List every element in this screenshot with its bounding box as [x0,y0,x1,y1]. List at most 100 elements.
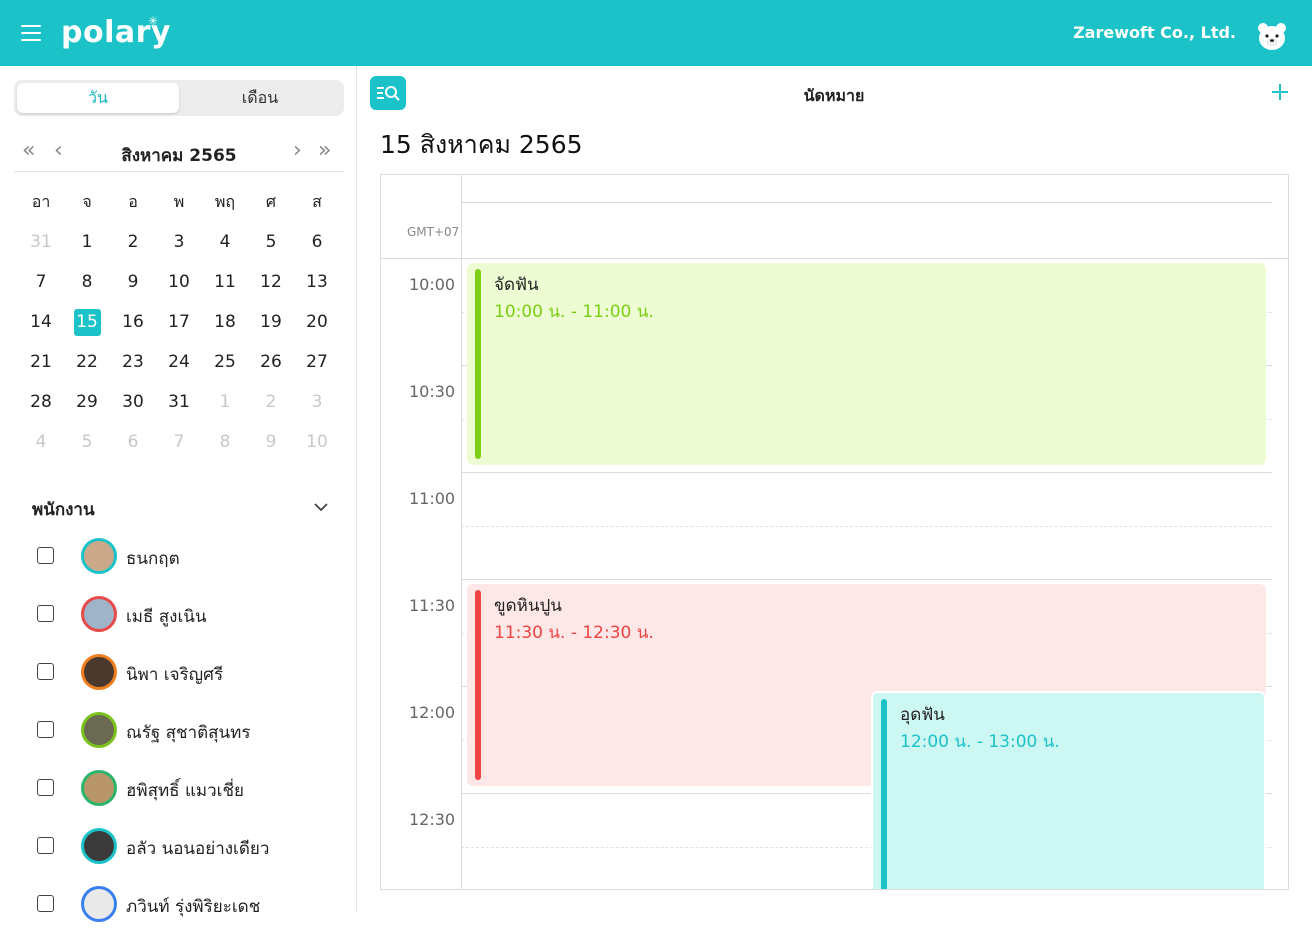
calendar-week: 31 1 2 3 4 5 6 [18,222,340,262]
prev-month-icon[interactable]: ‹ [54,140,63,162]
calendar-day-number: 2 [127,232,139,252]
calendar-day-number: 9 [265,432,277,452]
calendar-day[interactable]: 8 [202,422,248,462]
calendar-week: 7 8 9 10 11 12 13 [18,262,340,302]
staff-item: ภวินท์ รุ่งพิริยะเดช [0,874,357,932]
staff-checkbox[interactable] [37,605,54,622]
calendar-day[interactable]: 27 [294,342,340,382]
calendar-day[interactable]: 10 [156,262,202,302]
calendar-day[interactable]: 3 [156,222,202,262]
staff-checkbox[interactable] [37,663,54,680]
calendar-day[interactable]: 9 [248,422,294,462]
calendar-day[interactable]: 14 [18,302,64,342]
calendar-week: 4 5 6 7 8 9 10 [18,422,340,462]
calendar-day[interactable]: 7 [18,262,64,302]
calendar-day[interactable]: 26 [248,342,294,382]
calendar-day-number: 31 [30,232,52,252]
staff-checkbox[interactable] [37,895,54,912]
appointment-time: 12:00 น. - 13:00 น. [900,732,1060,752]
calendar-day[interactable]: 1 [202,382,248,422]
calendar-day[interactable]: 10 [294,422,340,462]
calendar-day[interactable]: 4 [18,422,64,462]
prev-year-icon[interactable]: « [22,140,35,162]
appointment-card[interactable]: อุดฟัน 12:00 น. - 13:00 น. [871,691,1266,889]
month-view-tab[interactable]: เดือน [179,83,341,113]
weekday-label: ศ [265,192,277,211]
time-label: 11:30 [409,596,456,615]
weekday-label: ส [312,192,322,211]
calendar-day[interactable]: 5 [64,422,110,462]
calendar-week: 21 22 23 24 25 26 27 [18,342,340,382]
calendar-day[interactable]: 7 [156,422,202,462]
calendar-nav: « ‹ สิงหาคม 2565 › » [14,138,344,172]
calendar-day[interactable]: 31 [18,222,64,262]
calendar-day-number: 4 [35,432,47,452]
staff-item: ณรัฐ สุชาติสุนทร [0,700,357,758]
calendar-day[interactable]: 13 [294,262,340,302]
calendar-day-selected[interactable]: 15 [64,302,110,342]
mini-calendar: อาจอพพฤศส 31 1 2 3 4 5 6 7 8 9 10 11 12 13 14 15 16 17 18 1… [18,182,340,462]
calendar-day-number: 24 [168,352,190,372]
search-list-icon [377,86,400,101]
calendar-day[interactable]: 8 [64,262,110,302]
calendar-day[interactable]: 19 [248,302,294,342]
calendar-day[interactable]: 5 [248,222,294,262]
staff-name: ฮพิสุทธิ์ แมวเชี่ย [126,781,244,801]
calendar-day[interactable]: 12 [248,262,294,302]
calendar-day[interactable]: 22 [64,342,110,382]
calendar-day[interactable]: 21 [18,342,64,382]
calendar-day[interactable]: 17 [156,302,202,342]
calendar-day-number: 16 [122,312,144,332]
day-schedule-grid: GMT+07 10:00 10:30 11:00 11:30 12:00 12:30 จัด… [380,174,1289,890]
calendar-day[interactable]: 29 [64,382,110,422]
calendar-week: 14 15 16 17 18 19 20 [18,302,340,342]
calendar-day[interactable]: 3 [294,382,340,422]
calendar-day[interactable]: 2 [110,222,156,262]
calendar-day[interactable]: 18 [202,302,248,342]
staff-checkbox[interactable] [37,721,54,738]
calendar-day[interactable]: 6 [294,222,340,262]
calendar-day-number: 1 [219,392,231,412]
calendar-day[interactable]: 6 [110,422,156,462]
calendar-day[interactable]: 24 [156,342,202,382]
calendar-day[interactable]: 2 [248,382,294,422]
calendar-day[interactable]: 23 [110,342,156,382]
calendar-day[interactable]: 16 [110,302,156,342]
calendar-day[interactable]: 25 [202,342,248,382]
search-button[interactable] [370,76,406,110]
profile-avatar-icon[interactable] [1256,21,1288,51]
avatar [81,886,117,922]
next-month-icon[interactable]: › [293,140,302,162]
calendar-day-number: 9 [127,272,139,292]
calendar-day[interactable]: 4 [202,222,248,262]
quarter-hour-line [461,525,1272,527]
menu-icon[interactable] [21,25,41,41]
calendar-day-number: 15 [73,309,101,336]
staff-name: ภวินท์ รุ่งพิริยะเดช [126,897,261,917]
calendar-day[interactable]: 11 [202,262,248,302]
calendar-day[interactable]: 1 [64,222,110,262]
calendar-day-number: 26 [260,352,282,372]
calendar-day-number: 10 [306,432,328,452]
staff-checkbox[interactable] [37,837,54,854]
avatar [81,770,117,806]
calendar-day[interactable]: 28 [18,382,64,422]
calendar-day[interactable]: 20 [294,302,340,342]
time-label: 10:30 [409,382,456,401]
staff-checkbox[interactable] [37,779,54,796]
day-view-tab[interactable]: วัน [17,83,179,113]
calendar-week: 28 29 30 31 1 2 3 [18,382,340,422]
top-bar: polary ✳ Zarewoft Co., Ltd. [0,0,1312,66]
calendar-day[interactable]: 9 [110,262,156,302]
calendar-day[interactable]: 31 [156,382,202,422]
add-appointment-icon[interactable] [1268,80,1292,104]
appointment-color-bar [475,590,481,780]
calendar-day[interactable]: 30 [110,382,156,422]
appointment-card[interactable]: จัดฟัน 10:00 น. - 11:00 น. [467,263,1266,465]
time-label: 10:00 [409,275,456,294]
appointment-color-bar [881,699,887,889]
staff-item: นิพา เจริญศรี [0,642,357,700]
next-year-icon[interactable]: » [318,140,331,162]
staff-checkbox[interactable] [37,547,54,564]
chevron-down-icon[interactable] [313,499,329,515]
